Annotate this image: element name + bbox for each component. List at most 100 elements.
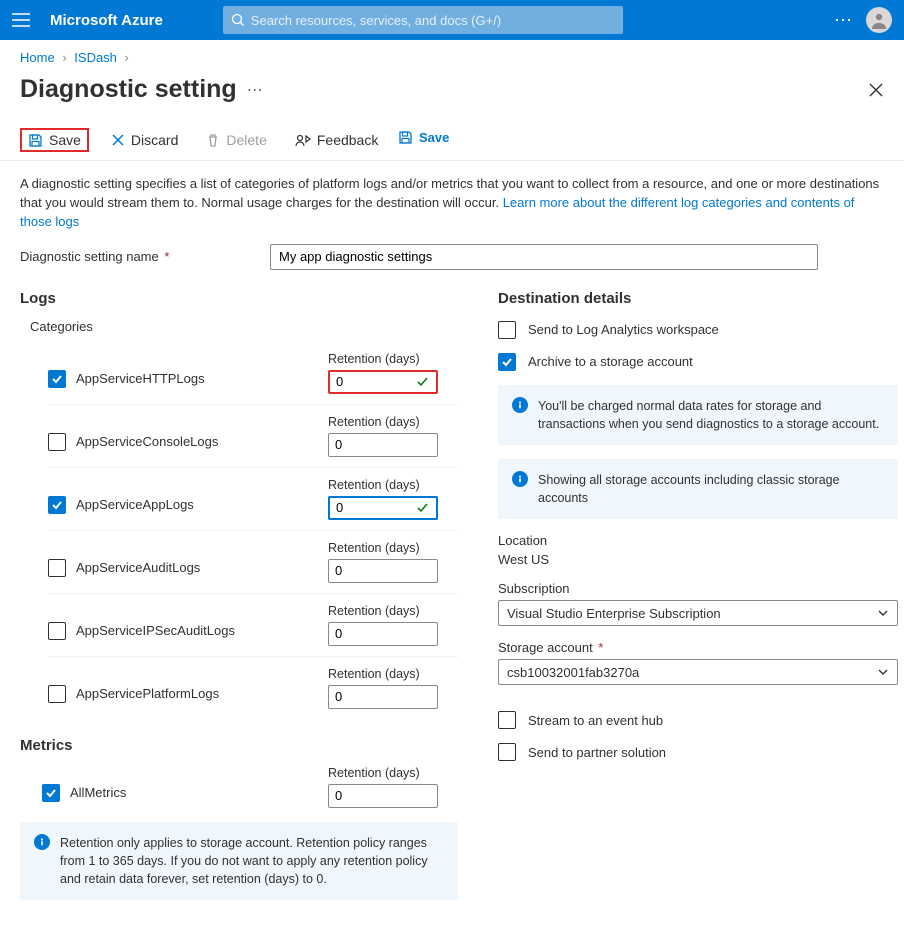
avatar[interactable] xyxy=(866,7,892,33)
retention-input[interactable] xyxy=(336,374,406,389)
retention-label: Retention (days) xyxy=(328,541,458,555)
callout-save: Save xyxy=(398,130,449,145)
dest-partner-row: Send to partner solution xyxy=(498,743,898,761)
delete-button[interactable]: Delete xyxy=(200,128,272,152)
brand: Microsoft Azure xyxy=(50,12,163,29)
categories-label: Categories xyxy=(30,319,458,334)
setting-name-label-wrap: Diagnostic setting name * xyxy=(20,249,270,264)
category-row: AppServiceHTTPLogs Retention (days) xyxy=(48,342,458,404)
content: A diagnostic setting specifies a list of… xyxy=(0,161,904,930)
retention-input[interactable] xyxy=(335,788,405,803)
feedback-label: Feedback xyxy=(317,132,378,148)
save-label: Save xyxy=(49,132,81,148)
subscription-value: Visual Studio Enterprise Subscription xyxy=(507,606,721,621)
retention-label: Retention (days) xyxy=(328,766,458,780)
eventhub-checkbox[interactable] xyxy=(498,711,516,729)
top-right-actions: ⋯ xyxy=(834,7,892,33)
partner-checkbox[interactable] xyxy=(498,743,516,761)
more-icon[interactable]: ⋯ xyxy=(834,10,852,31)
required-indicator: * xyxy=(595,640,604,655)
metric-row: AllMetrics Retention (days) xyxy=(42,766,458,808)
save-button[interactable]: Save xyxy=(20,128,89,152)
partner-label: Send to partner solution xyxy=(528,745,666,760)
archive-storage-checkbox[interactable] xyxy=(498,353,516,371)
columns: Logs Categories AppServiceHTTPLogs Reten… xyxy=(20,290,884,900)
retention-label: Retention (days) xyxy=(328,478,458,492)
retention-input[interactable] xyxy=(336,500,406,515)
charge-info-text: You'll be charged normal data rates for … xyxy=(538,397,884,433)
retention-info-text: Retention only applies to storage accoun… xyxy=(60,834,444,888)
category-checkbox[interactable] xyxy=(48,433,66,451)
x-icon xyxy=(111,133,125,147)
retention-label: Retention (days) xyxy=(328,604,458,618)
save-icon xyxy=(28,133,43,148)
chevron-down-icon xyxy=(877,607,889,619)
retention-label: Retention (days) xyxy=(328,352,458,366)
chevron-right-icon: › xyxy=(125,50,129,65)
metrics-heading: Metrics xyxy=(20,737,458,754)
retention-info-box: Retention only applies to storage accoun… xyxy=(20,822,458,900)
page-more-icon[interactable]: ⋯ xyxy=(247,80,263,100)
category-label: AppServiceAuditLogs xyxy=(76,560,200,575)
category-checkbox[interactable] xyxy=(48,559,66,577)
logs-column: Logs Categories AppServiceHTTPLogs Reten… xyxy=(20,290,458,900)
search-input-wrapper[interactable] xyxy=(223,6,623,34)
info-icon xyxy=(512,471,528,487)
subscription-select[interactable]: Visual Studio Enterprise Subscription xyxy=(498,600,898,626)
metrics-list: AllMetrics Retention (days) xyxy=(20,766,458,808)
log-analytics-label: Send to Log Analytics workspace xyxy=(528,322,719,337)
classic-info-text: Showing all storage accounts including c… xyxy=(538,471,884,507)
breadcrumb: Home › ISDash › xyxy=(0,40,904,71)
info-icon xyxy=(512,397,528,413)
breadcrumb-item[interactable]: ISDash xyxy=(74,50,117,65)
check-icon xyxy=(416,375,430,389)
log-analytics-checkbox[interactable] xyxy=(498,321,516,339)
category-label: AppServiceHTTPLogs xyxy=(76,371,205,386)
category-checkbox[interactable] xyxy=(48,685,66,703)
dest-heading: Destination details xyxy=(498,290,898,307)
search-icon xyxy=(231,13,245,27)
category-row: AppServiceIPSecAuditLogs Retention (days… xyxy=(48,593,458,656)
chevron-right-icon: › xyxy=(62,50,66,65)
required-indicator: * xyxy=(161,249,170,264)
callout-save-label: Save xyxy=(419,130,449,145)
dest-eventhub-row: Stream to an event hub xyxy=(498,711,898,729)
retention-input-wrap xyxy=(328,784,438,808)
delete-label: Delete xyxy=(226,132,266,148)
breadcrumb-home[interactable]: Home xyxy=(20,50,55,65)
retention-input[interactable] xyxy=(335,689,405,704)
discard-button[interactable]: Discard xyxy=(105,128,184,152)
classic-info-box: Showing all storage accounts including c… xyxy=(498,459,898,519)
info-icon xyxy=(34,834,50,850)
eventhub-label: Stream to an event hub xyxy=(528,713,663,728)
category-checkbox[interactable] xyxy=(48,622,66,640)
retention-input-wrap xyxy=(328,496,438,520)
brand-label: Microsoft Azure xyxy=(50,12,163,29)
category-checkbox[interactable] xyxy=(48,496,66,514)
category-label: AppServicePlatformLogs xyxy=(76,686,219,701)
category-checkbox[interactable] xyxy=(48,370,66,388)
dest-archive-row: Archive to a storage account xyxy=(498,353,898,371)
close-icon[interactable] xyxy=(868,82,884,98)
menu-icon[interactable] xyxy=(12,13,40,27)
search-input[interactable] xyxy=(251,13,615,28)
retention-input[interactable] xyxy=(335,626,405,641)
retention-input-wrap xyxy=(328,433,438,457)
retention-input[interactable] xyxy=(335,437,405,452)
toolbar: Save Discard Delete Feedback xyxy=(0,120,904,161)
retention-label: Retention (days) xyxy=(328,415,458,429)
storage-select[interactable]: csb10032001fab3270a xyxy=(498,659,898,685)
category-row: AppServiceAuditLogs Retention (days) xyxy=(48,530,458,593)
setting-name-row: Diagnostic setting name * xyxy=(20,244,884,270)
feedback-button[interactable]: Feedback xyxy=(289,128,384,152)
metric-checkbox[interactable] xyxy=(42,784,60,802)
category-label: AppServiceIPSecAuditLogs xyxy=(76,623,235,638)
retention-input[interactable] xyxy=(335,563,405,578)
page-title: Diagnostic setting xyxy=(20,75,237,104)
setting-name-input[interactable] xyxy=(270,244,818,270)
retention-label: Retention (days) xyxy=(328,667,458,681)
categories-list: AppServiceHTTPLogs Retention (days) AppS… xyxy=(20,342,458,719)
charge-info-box: You'll be charged normal data rates for … xyxy=(498,385,898,445)
category-row: AppServiceConsoleLogs Retention (days) xyxy=(48,404,458,467)
intro-text: A diagnostic setting specifies a list of… xyxy=(20,175,884,232)
